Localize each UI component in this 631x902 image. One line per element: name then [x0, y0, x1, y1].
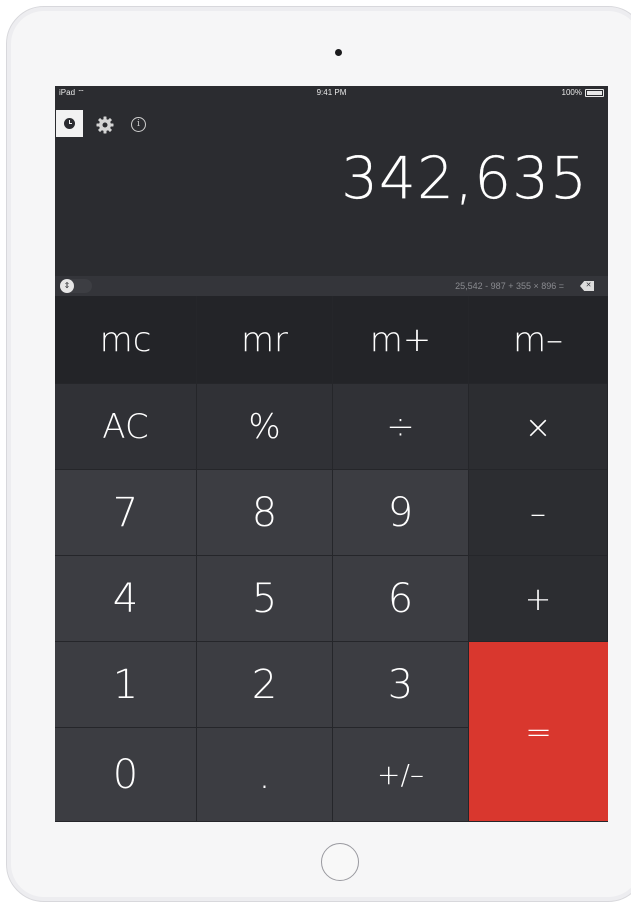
key-equals-label: = [525, 712, 552, 751]
key-multiply[interactable]: × [469, 384, 608, 470]
key-m-plus-label: m+ [369, 319, 432, 360]
key-plus[interactable]: + [469, 556, 608, 642]
key-sign-label: +/– [377, 758, 424, 791]
tape-bar: ⇕ 25,542 - 987 + 355 × 896 = ✕ [55, 276, 608, 296]
key-equals[interactable]: = [469, 642, 608, 822]
key-m-minus-label: m– [512, 319, 564, 360]
key-percent[interactable]: % [197, 384, 333, 470]
key-4-label: 4 [112, 575, 139, 622]
key-3-label: 3 [387, 661, 414, 708]
battery-indicator: 100% [562, 86, 604, 100]
key-5[interactable]: 5 [197, 556, 333, 642]
key-ac-label: AC [102, 406, 149, 447]
key-9[interactable]: 9 [333, 470, 469, 556]
key-mr[interactable]: mr [197, 296, 333, 384]
key-6-label: 6 [387, 575, 414, 622]
key-mc[interactable]: mc [55, 296, 197, 384]
key-percent-label: % [248, 406, 281, 447]
status-bar: iPad ⌔ 9:41 PM 100% [55, 86, 608, 100]
key-decimal-label: . [258, 751, 271, 798]
info-button[interactable]: i [131, 117, 146, 132]
key-mc-label: mc [99, 319, 152, 360]
key-minus[interactable]: – [469, 470, 608, 556]
status-time: 9:41 PM [316, 88, 347, 97]
key-minus-label: – [530, 493, 546, 532]
battery-percent: 100% [561, 88, 582, 97]
key-divide-label: ÷ [386, 406, 415, 447]
key-2-label: 2 [251, 661, 278, 708]
gear-icon [96, 116, 114, 134]
calculator-screen: iPad ⌔ 9:41 PM 100% i 342,635 ⇕ 25,542 -… [55, 86, 608, 822]
front-camera [335, 49, 342, 56]
home-button[interactable] [321, 843, 359, 881]
history-button[interactable] [56, 110, 83, 137]
key-decimal[interactable]: . [197, 728, 333, 822]
keypad: mc mr m+ m– AC % ÷ × 7 8 9 – 4 5 6 + 1 2… [55, 296, 608, 822]
key-0[interactable]: 0 [55, 728, 197, 822]
clock-icon [64, 118, 75, 129]
toolbar: i [55, 110, 255, 138]
key-multiply-label: × [524, 407, 552, 446]
key-6[interactable]: 6 [333, 556, 469, 642]
key-1-label: 1 [112, 661, 139, 708]
key-0-label: 0 [112, 751, 139, 798]
key-7-label: 7 [112, 489, 139, 536]
tape-expression: 25,542 - 987 + 355 × 896 = [455, 281, 564, 291]
key-7[interactable]: 7 [55, 470, 197, 556]
key-5-label: 5 [251, 575, 278, 622]
key-sign[interactable]: +/– [333, 728, 469, 822]
key-m-minus[interactable]: m– [469, 296, 608, 384]
key-3[interactable]: 3 [333, 642, 469, 728]
result-display: 342,635 [341, 144, 588, 212]
key-1[interactable]: 1 [55, 642, 197, 728]
key-9-label: 9 [387, 489, 414, 536]
key-2[interactable]: 2 [197, 642, 333, 728]
key-8[interactable]: 8 [197, 470, 333, 556]
key-ac[interactable]: AC [55, 384, 197, 470]
info-icon: i [137, 119, 140, 129]
backspace-icon: ✕ [585, 282, 592, 289]
key-mr-label: mr [240, 319, 289, 360]
tape-toggle[interactable]: ⇕ [60, 279, 92, 293]
key-8-label: 8 [251, 489, 278, 536]
battery-icon [585, 89, 604, 97]
key-m-plus[interactable]: m+ [333, 296, 469, 384]
toggle-icon: ⇕ [60, 279, 74, 293]
key-plus-label: + [524, 579, 552, 618]
settings-button[interactable] [95, 115, 115, 135]
key-divide[interactable]: ÷ [333, 384, 469, 470]
backspace-button[interactable]: ✕ [580, 281, 594, 291]
key-4[interactable]: 4 [55, 556, 197, 642]
